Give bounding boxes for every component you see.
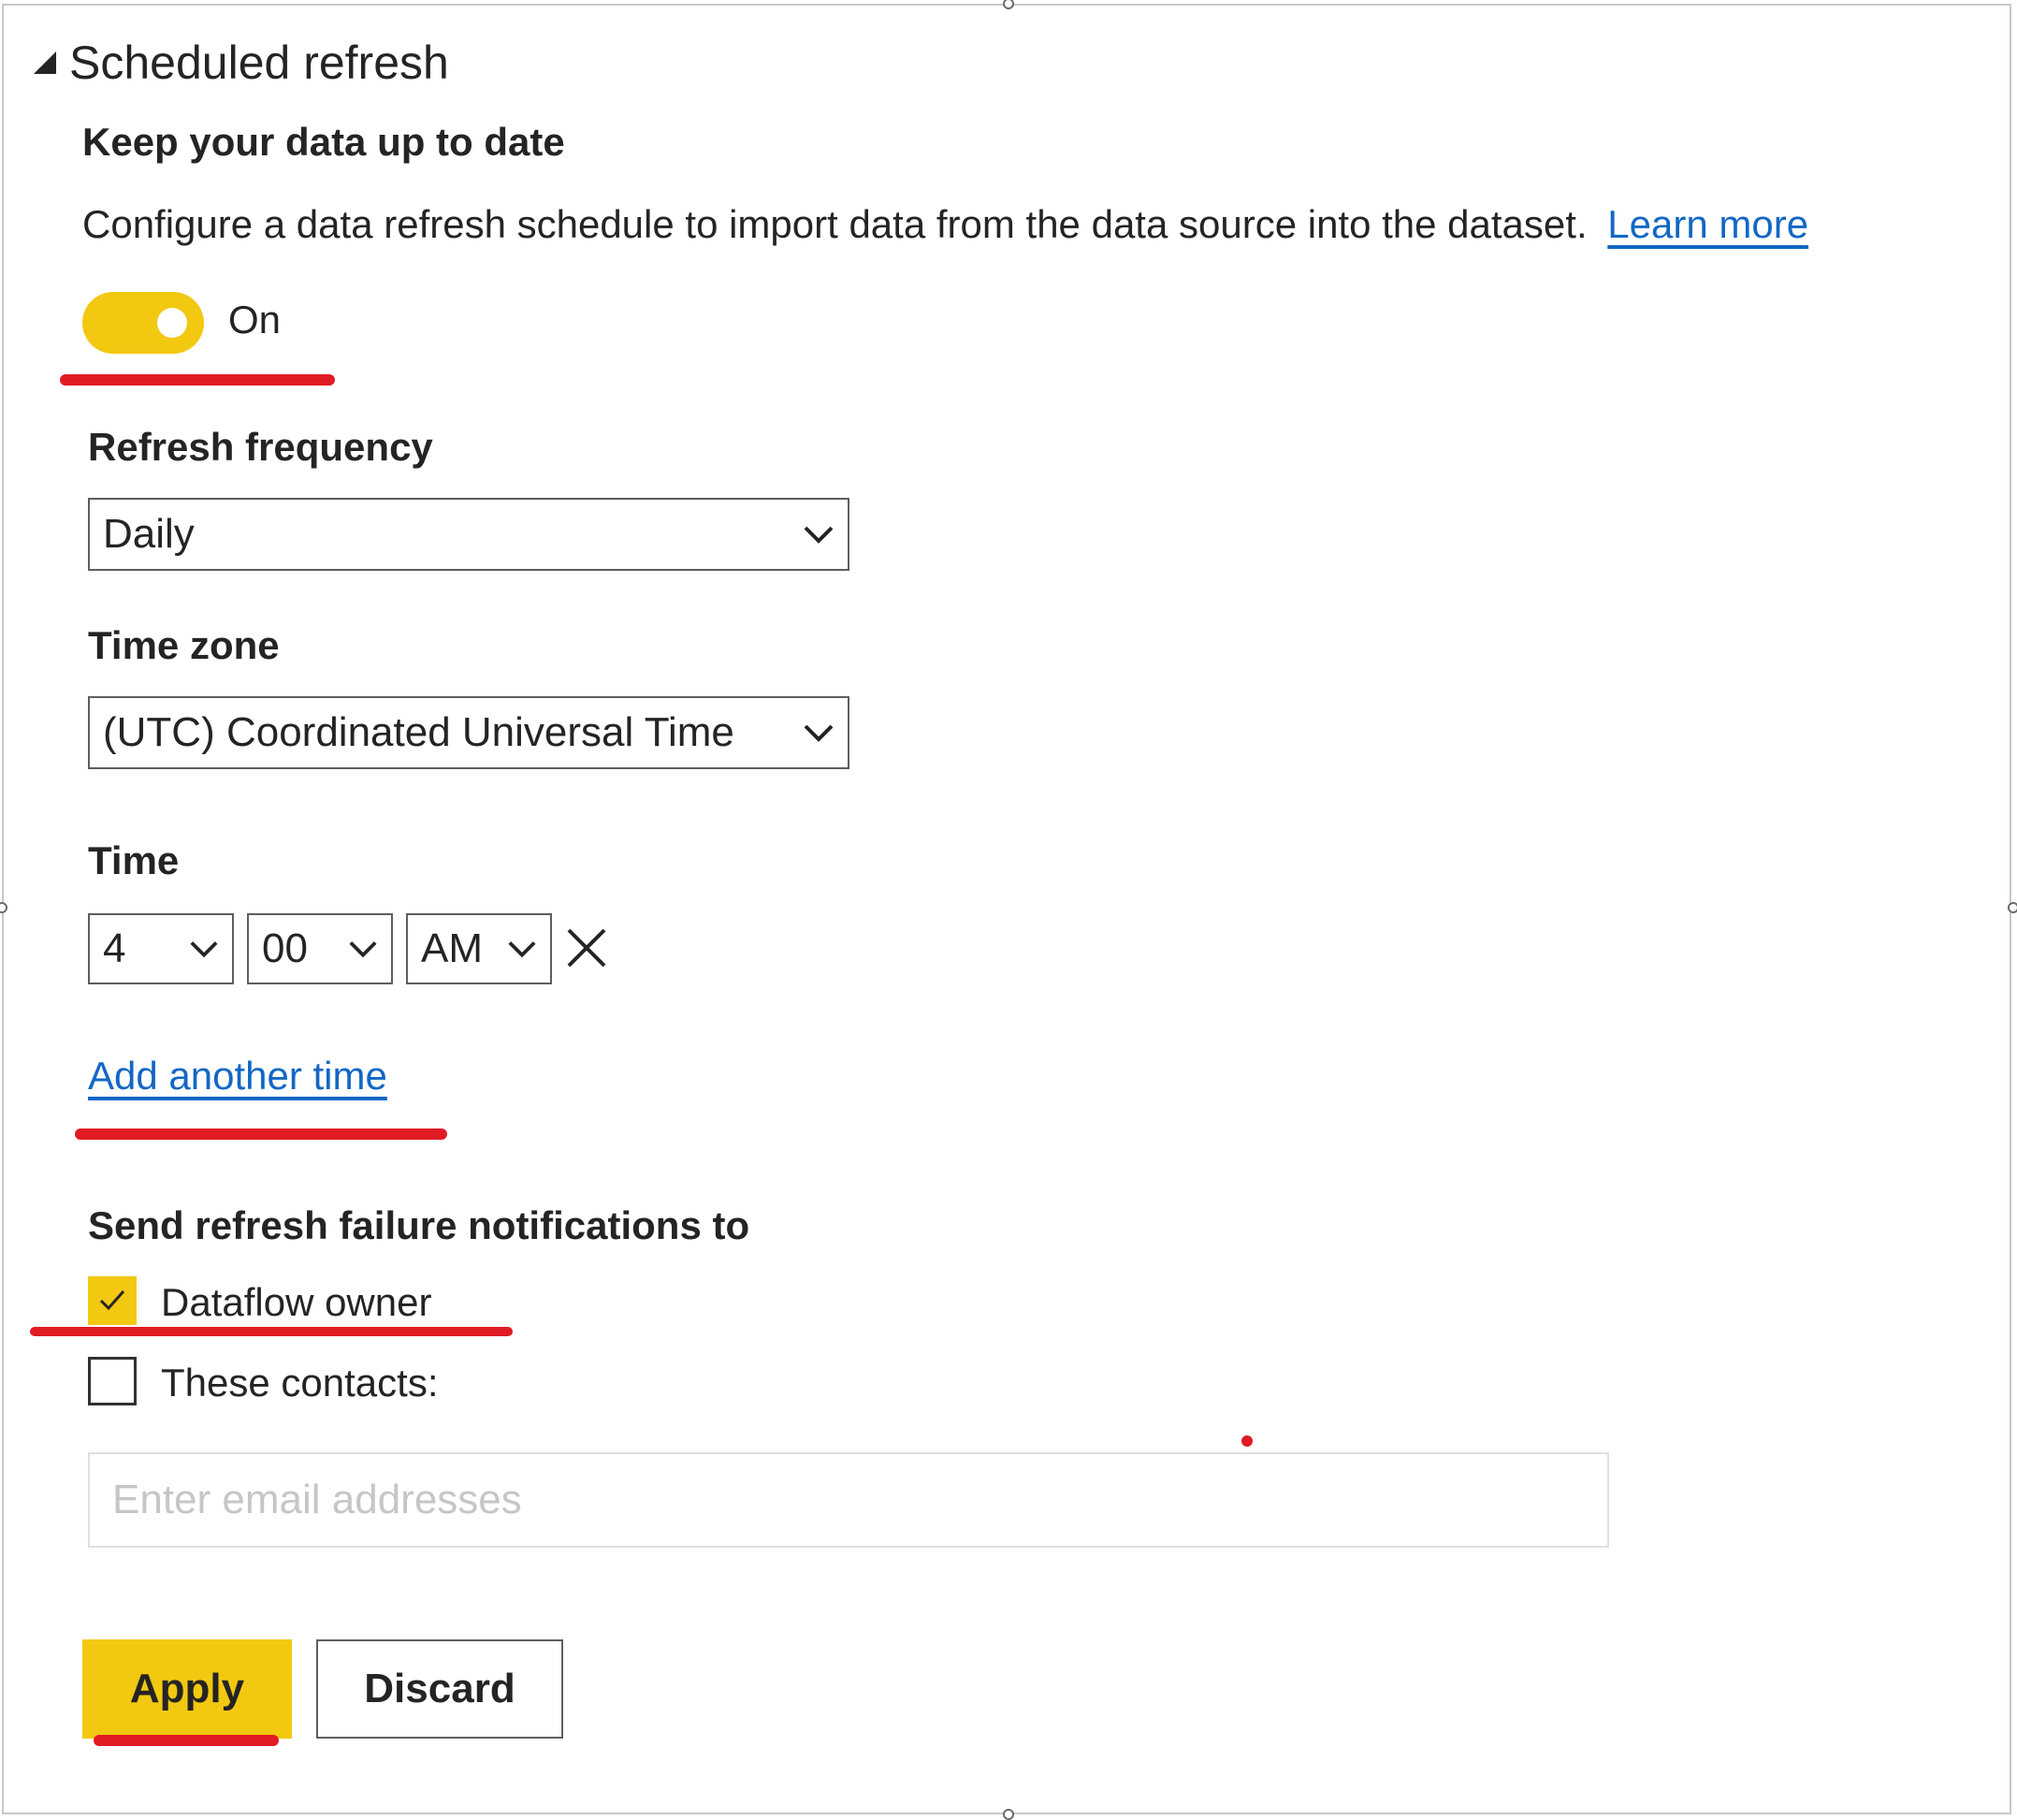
minute-value: 00 (262, 925, 308, 971)
chevron-down-icon (803, 524, 834, 545)
section-header-scheduled-refresh[interactable]: Scheduled refresh (34, 36, 449, 90)
section-title: Scheduled refresh (69, 36, 449, 89)
timezone-label: Time zone (88, 623, 280, 667)
discard-button[interactable]: Discard (316, 1639, 563, 1739)
clear-time-close-icon[interactable] (565, 926, 608, 974)
intro-description-text: Configure a data refresh schedule to imp… (82, 202, 1588, 246)
resize-handle-right[interactable] (2008, 902, 2017, 913)
red-annotation-underline (60, 374, 335, 386)
scheduled-refresh-toggle[interactable] (82, 292, 204, 354)
intro-heading: Keep your data up to date (82, 120, 565, 164)
period-value: AM (421, 925, 483, 971)
frequency-select[interactable]: Daily (88, 498, 849, 571)
toggle-knob (157, 308, 187, 338)
collapse-triangle-icon (34, 51, 56, 74)
intro-description: Configure a data refresh schedule to imp… (82, 202, 1808, 247)
apply-button[interactable]: Apply (82, 1639, 292, 1739)
chevron-down-icon (507, 939, 537, 959)
chevron-down-icon (803, 722, 834, 743)
period-select[interactable]: AM (406, 913, 552, 984)
frequency-value: Daily (103, 511, 195, 557)
timezone-value: (UTC) Coordinated Universal Time (103, 709, 734, 755)
red-annotation-underline (75, 1128, 447, 1140)
minute-select[interactable]: 00 (247, 913, 393, 984)
time-label: Time (88, 838, 180, 882)
email-addresses-input[interactable] (88, 1452, 1609, 1548)
these-contacts-checkbox[interactable] (88, 1357, 137, 1405)
chevron-down-icon (189, 939, 219, 959)
frequency-label: Refresh frequency (88, 425, 433, 469)
checkmark-icon (99, 1290, 125, 1311)
add-another-time-link[interactable]: Add another time (88, 1054, 387, 1099)
chevron-down-icon (348, 939, 378, 959)
timezone-select[interactable]: (UTC) Coordinated Universal Time (88, 696, 849, 769)
dataflow-owner-label: Dataflow owner (161, 1280, 432, 1324)
resize-handle-bottom[interactable] (1003, 1809, 1014, 1820)
toggle-state-label: On (228, 298, 282, 342)
notifications-heading: Send refresh failure notifications to (88, 1203, 750, 1247)
learn-more-link[interactable]: Learn more (1607, 202, 1808, 246)
hour-select[interactable]: 4 (88, 913, 234, 984)
red-annotation-underline (94, 1735, 279, 1746)
dataflow-owner-checkbox[interactable] (88, 1276, 137, 1325)
red-annotation-dot (1241, 1435, 1253, 1447)
red-annotation-underline (30, 1327, 513, 1336)
these-contacts-label: These contacts: (161, 1361, 439, 1405)
hour-value: 4 (103, 925, 126, 971)
